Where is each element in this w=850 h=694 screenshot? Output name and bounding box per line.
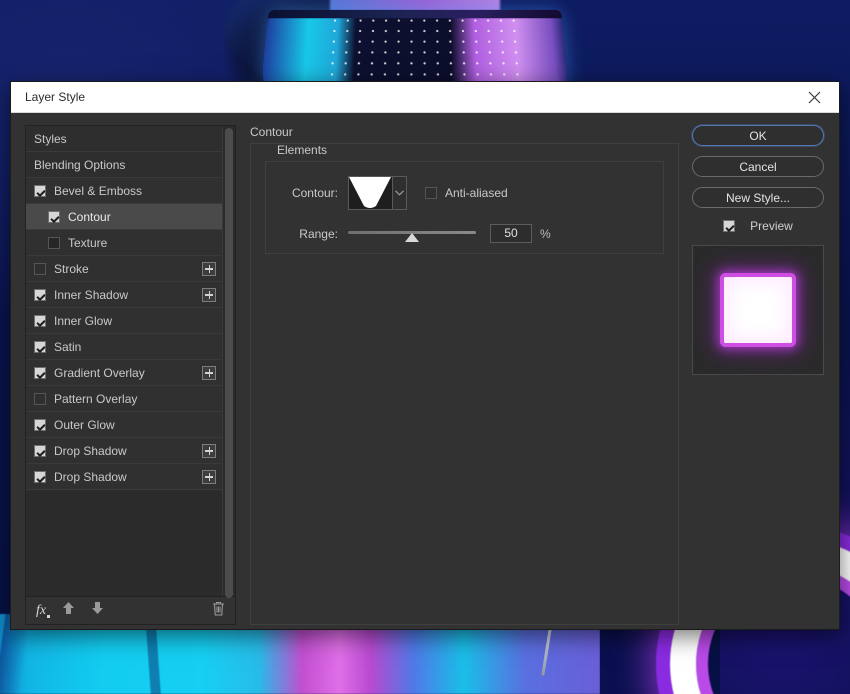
- effect-toggle-checkbox[interactable]: [34, 393, 46, 405]
- effect-toggle-checkbox[interactable]: [34, 263, 46, 275]
- dialog-body: Styles Blending Options Bevel & Emboss Cont…: [11, 113, 839, 635]
- range-value-input[interactable]: 50: [490, 224, 532, 243]
- sidebar-item-texture[interactable]: Texture: [26, 230, 222, 256]
- anti-aliased-label: Anti-aliased: [445, 186, 508, 200]
- sidebar-item-contour[interactable]: Contour: [26, 204, 222, 230]
- add-effect-button[interactable]: [202, 444, 216, 458]
- sidebar-item-inner-shadow[interactable]: Inner Shadow: [26, 282, 222, 308]
- sidebar-item-label: Contour: [68, 210, 216, 224]
- ok-button[interactable]: OK: [692, 125, 824, 146]
- cancel-button[interactable]: Cancel: [692, 156, 824, 177]
- sidebar-item-label: Drop Shadow: [54, 470, 202, 484]
- add-effect-button[interactable]: [202, 262, 216, 276]
- elements-inner-box: Contour: Anti-aliased Range: 50 %: [265, 161, 664, 254]
- sidebar-item-bevel-emboss[interactable]: Bevel & Emboss: [26, 178, 222, 204]
- sidebar-item-label: Gradient Overlay: [54, 366, 202, 380]
- sidebar-item-label: Bevel & Emboss: [54, 184, 216, 198]
- contour-preview-thumbnail[interactable]: [348, 176, 392, 210]
- contour-settings-panel: Contour Elements Contour: Anti-aliased R…: [236, 125, 691, 625]
- sidebar-item-drop-shadow[interactable]: Drop Shadow: [26, 464, 222, 490]
- preview-label: Preview: [750, 219, 793, 233]
- sidebar-item-styles[interactable]: Styles: [26, 126, 222, 152]
- anti-aliased-option[interactable]: Anti-aliased: [425, 186, 508, 200]
- arrow-down-icon[interactable]: [91, 601, 104, 620]
- effect-toggle-checkbox[interactable]: [48, 237, 60, 249]
- panel-section-title: Elements: [277, 143, 664, 157]
- effect-toggle-checkbox[interactable]: [34, 367, 46, 379]
- contour-field-row: Contour: Anti-aliased: [266, 176, 663, 210]
- range-slider[interactable]: [348, 227, 476, 241]
- arrow-up-icon[interactable]: [62, 601, 75, 620]
- close-icon[interactable]: [793, 83, 835, 112]
- effects-list[interactable]: Styles Blending Options Bevel & Emboss Cont…: [26, 126, 222, 596]
- dialog-titlebar[interactable]: Layer Style: [11, 82, 839, 113]
- effects-sidebar: Styles Blending Options Bevel & Emboss Cont…: [25, 125, 236, 625]
- contour-preset-picker[interactable]: [348, 176, 407, 210]
- visor-led-grid: [325, 15, 520, 84]
- effect-toggle-checkbox[interactable]: [34, 341, 46, 353]
- range-field-row: Range: 50 %: [266, 224, 663, 243]
- panel-group-title: Contour: [250, 125, 679, 139]
- style-preview-thumbnail: [692, 245, 824, 375]
- preview-checkbox[interactable]: [723, 220, 735, 232]
- sidebar-item-label: Inner Shadow: [54, 288, 202, 302]
- range-unit-label: %: [540, 227, 551, 241]
- effects-list-toolbar: fx: [25, 597, 236, 625]
- sidebar-item-label: Drop Shadow: [54, 444, 202, 458]
- scrollbar-thumb[interactable]: [225, 128, 233, 598]
- preview-swatch: [724, 277, 792, 343]
- sidebar-item-gradient-overlay[interactable]: Gradient Overlay: [26, 360, 222, 386]
- dialog-actions: OK Cancel New Style... Preview: [691, 125, 825, 625]
- effect-toggle-checkbox[interactable]: [34, 289, 46, 301]
- effect-toggle-checkbox[interactable]: [34, 419, 46, 431]
- sidebar-item-inner-glow[interactable]: Inner Glow: [26, 308, 222, 334]
- add-effect-button[interactable]: [202, 288, 216, 302]
- sidebar-item-label: Inner Glow: [54, 314, 216, 328]
- range-slider-thumb[interactable]: [405, 233, 419, 242]
- sidebar-item-label: Blending Options: [34, 158, 216, 172]
- effects-list-wrapper: Styles Blending Options Bevel & Emboss Cont…: [25, 125, 236, 597]
- effects-list-filler: [26, 490, 222, 596]
- fx-icon[interactable]: fx: [36, 603, 46, 619]
- panel-top-border: [251, 143, 678, 144]
- add-effect-button[interactable]: [202, 470, 216, 484]
- layer-style-dialog: Layer Style Styles Blending Options Bevel …: [10, 81, 840, 630]
- new-style-button[interactable]: New Style...: [692, 187, 824, 208]
- add-effect-button[interactable]: [202, 366, 216, 380]
- sidebar-item-label: Stroke: [54, 262, 202, 276]
- background-led-visor: [261, 10, 569, 86]
- effect-toggle-checkbox[interactable]: [34, 445, 46, 457]
- sidebar-item-label: Pattern Overlay: [54, 392, 216, 406]
- anti-aliased-checkbox[interactable]: [425, 187, 437, 199]
- sidebar-item-label: Texture: [68, 236, 216, 250]
- effect-toggle-checkbox[interactable]: [34, 315, 46, 327]
- range-label: Range:: [276, 227, 338, 241]
- chevron-down-icon[interactable]: [392, 176, 407, 210]
- effect-toggle-checkbox[interactable]: [34, 471, 46, 483]
- effects-list-scrollbar[interactable]: [222, 126, 235, 596]
- sidebar-item-label: Outer Glow: [54, 418, 216, 432]
- sidebar-item-outer-glow[interactable]: Outer Glow: [26, 412, 222, 438]
- sidebar-item-satin[interactable]: Satin: [26, 334, 222, 360]
- trash-icon[interactable]: [212, 601, 225, 621]
- effect-toggle-checkbox[interactable]: [34, 185, 46, 197]
- sidebar-item-pattern-overlay[interactable]: Pattern Overlay: [26, 386, 222, 412]
- sidebar-item-stroke[interactable]: Stroke: [26, 256, 222, 282]
- sidebar-item-label: Styles: [34, 132, 216, 146]
- sidebar-item-label: Satin: [54, 340, 216, 354]
- sidebar-item-blending-options[interactable]: Blending Options: [26, 152, 222, 178]
- dialog-title: Layer Style: [25, 90, 793, 104]
- sidebar-item-drop-shadow[interactable]: Drop Shadow: [26, 438, 222, 464]
- preview-option[interactable]: Preview: [723, 219, 793, 233]
- contour-label: Contour:: [276, 186, 338, 200]
- effect-toggle-checkbox[interactable]: [48, 211, 60, 223]
- panel-outer-box: Elements Contour: Anti-aliased Range: 50…: [250, 143, 679, 625]
